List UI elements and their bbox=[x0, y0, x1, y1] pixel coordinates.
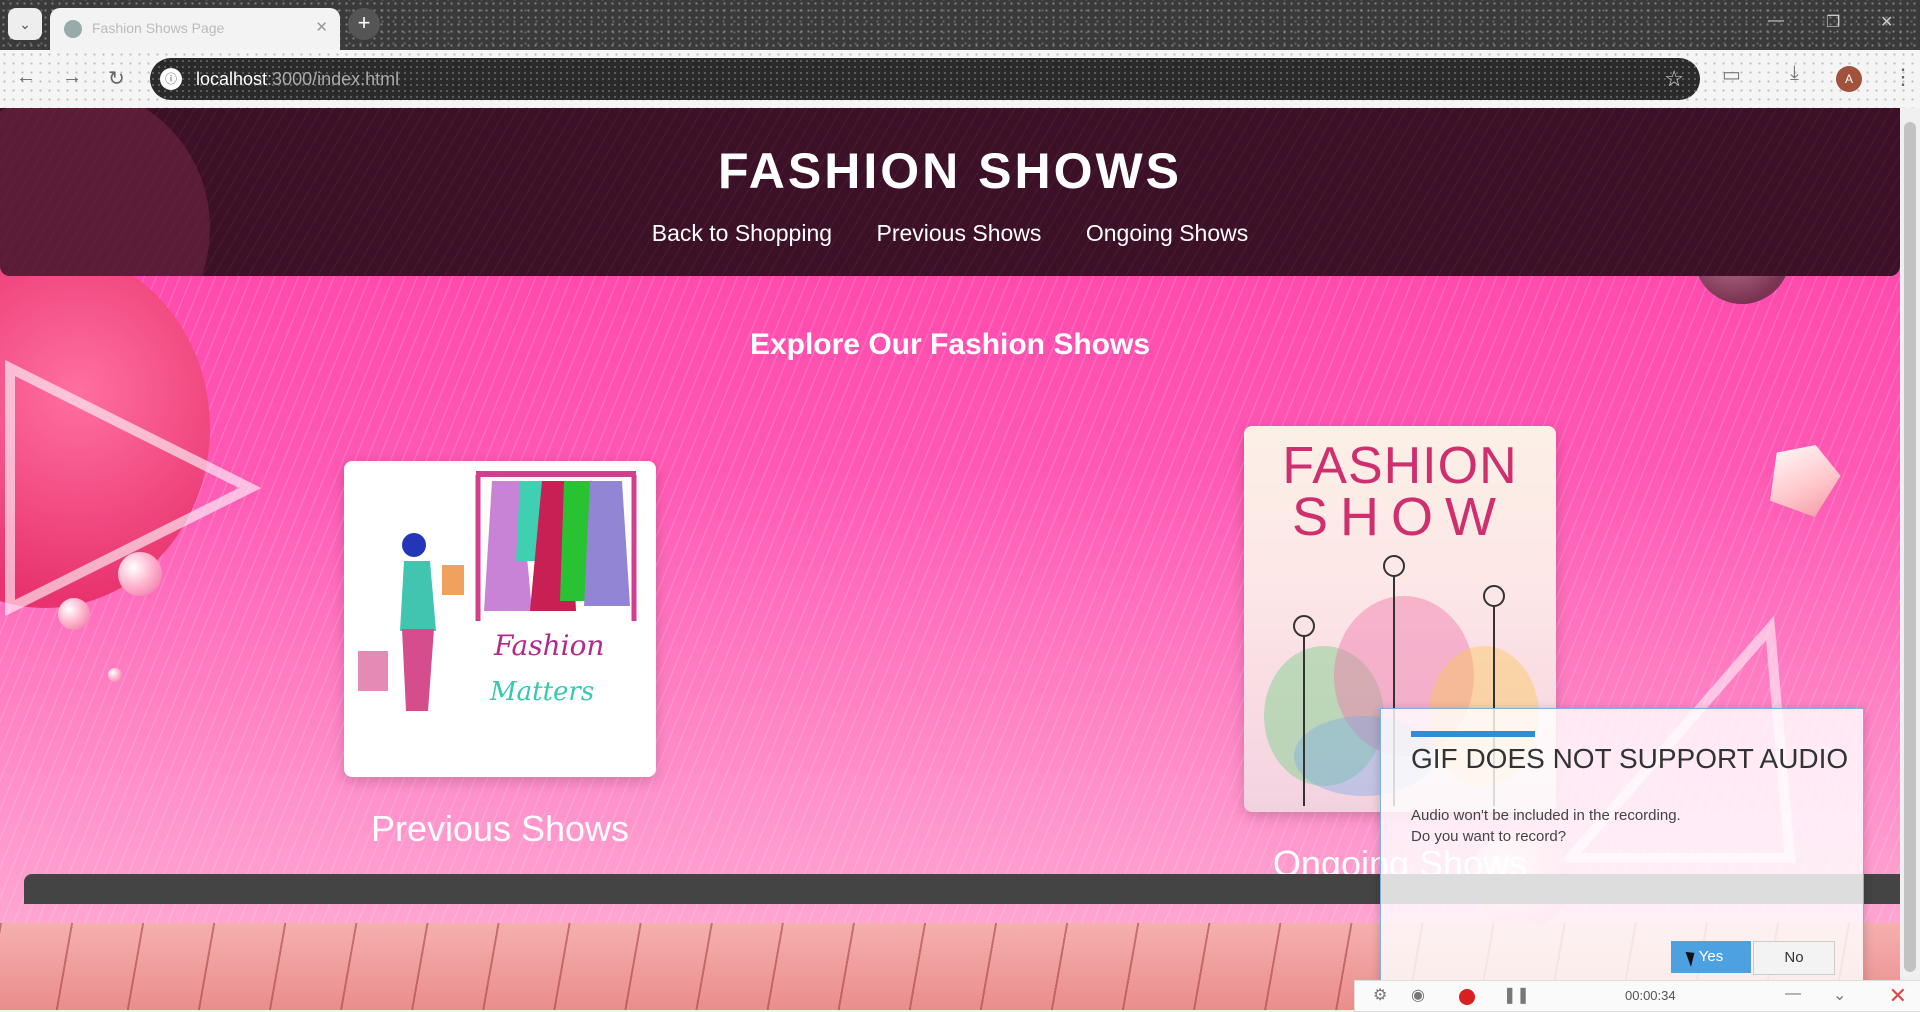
decorative-bubble bbox=[108, 668, 122, 682]
no-button[interactable]: No bbox=[1753, 941, 1835, 975]
recorder-settings-icon[interactable]: ⚙ bbox=[1373, 985, 1387, 1005]
back-arrow-icon[interactable]: ← bbox=[16, 66, 36, 89]
dialog-title: GIF DOES NOT SUPPORT AUDIO bbox=[1411, 743, 1849, 774]
previous-shows-card[interactable]: Fashion Matters bbox=[344, 461, 656, 777]
section-heading: Explore Our Fashion Shows bbox=[749, 328, 1151, 361]
dialog-message-line: Do you want to record? bbox=[1411, 828, 1567, 845]
camera-icon[interactable]: ◉ bbox=[1411, 985, 1425, 1005]
browser-tab[interactable]: Fashion Shows Page ✕ bbox=[50, 8, 340, 50]
recorder-toolbar: ⚙ ◉ ❚❚ 00:00:34 — ⌄ ✕ bbox=[1354, 980, 1920, 1012]
url-text[interactable]: localhost:3000/index.html bbox=[196, 69, 399, 90]
maximize-icon[interactable]: ❐ bbox=[1826, 12, 1840, 32]
site-nav: Back to Shopping Previous Shows Ongoing … bbox=[0, 220, 1900, 247]
tab-close-icon[interactable]: ✕ bbox=[315, 18, 328, 36]
fashion-matters-illustration bbox=[358, 471, 637, 711]
pause-icon[interactable]: ❚❚ bbox=[1503, 985, 1530, 1005]
scrollbar-thumb[interactable] bbox=[1904, 122, 1916, 972]
previous-shows-label[interactable]: Previous Shows bbox=[344, 808, 656, 850]
site-header: FASHION SHOWS Back to Shopping Previous … bbox=[0, 108, 1900, 276]
browser-tab-bar: ⌄ Fashion Shows Page ✕ + — ❐ ✕ bbox=[0, 0, 1920, 50]
recording-timer: 00:00:34 bbox=[1625, 988, 1676, 1003]
vertical-scrollbar[interactable] bbox=[1900, 108, 1920, 1010]
browser-menu-icon[interactable]: ⋮ bbox=[1892, 64, 1914, 90]
url-path: :3000/index.html bbox=[267, 69, 400, 89]
site-info-icon[interactable]: ⓘ bbox=[160, 68, 182, 90]
reload-icon[interactable]: ↻ bbox=[108, 66, 125, 91]
dialog-message: Audio won't be included in the recording… bbox=[1411, 805, 1681, 847]
tab-search-chevron-icon[interactable]: ⌄ bbox=[8, 8, 42, 40]
recorder-close-icon[interactable]: ✕ bbox=[1889, 983, 1907, 1009]
nav-back-to-shopping[interactable]: Back to Shopping bbox=[652, 220, 832, 246]
window-close-icon[interactable]: ✕ bbox=[1880, 12, 1893, 32]
recorder-collapse-icon[interactable]: ⌄ bbox=[1833, 985, 1846, 1005]
dialog-message-line: Audio won't be included in the recording… bbox=[1411, 807, 1681, 824]
decorative-bubble bbox=[118, 552, 162, 596]
audio-warning-dialog: GIF DOES NOT SUPPORT AUDIO Audio won't b… bbox=[1380, 708, 1864, 1008]
tab-title: Fashion Shows Page bbox=[92, 20, 225, 36]
profile-avatar[interactable]: A bbox=[1836, 66, 1862, 92]
minimize-icon[interactable]: — bbox=[1768, 12, 1784, 30]
decorative-bubble bbox=[58, 598, 90, 630]
recorder-minimize-icon[interactable]: — bbox=[1785, 985, 1801, 1003]
record-icon[interactable] bbox=[1459, 989, 1475, 1005]
nav-previous-shows[interactable]: Previous Shows bbox=[876, 220, 1041, 246]
yes-button[interactable]: Yes bbox=[1671, 941, 1751, 973]
downloads-icon[interactable]: ⤓ bbox=[1790, 62, 1799, 85]
bookmark-star-icon[interactable]: ☆ bbox=[1664, 66, 1684, 92]
forward-arrow-icon[interactable]: → bbox=[62, 66, 82, 89]
address-bar[interactable]: ⓘ localhost:3000/index.html ☆ bbox=[150, 58, 1700, 100]
card-image-text: Fashion bbox=[494, 629, 605, 662]
nav-ongoing-shows[interactable]: Ongoing Shows bbox=[1086, 220, 1248, 246]
new-tab-button[interactable]: + bbox=[348, 8, 380, 40]
site-title: FASHION SHOWS bbox=[717, 143, 1183, 199]
url-host: localhost bbox=[196, 69, 268, 89]
dialog-accent-bar bbox=[1411, 731, 1535, 737]
card-image-text: Matters bbox=[490, 677, 595, 707]
globe-icon bbox=[64, 20, 82, 38]
tab-groups-icon[interactable]: ▭ bbox=[1722, 62, 1741, 87]
